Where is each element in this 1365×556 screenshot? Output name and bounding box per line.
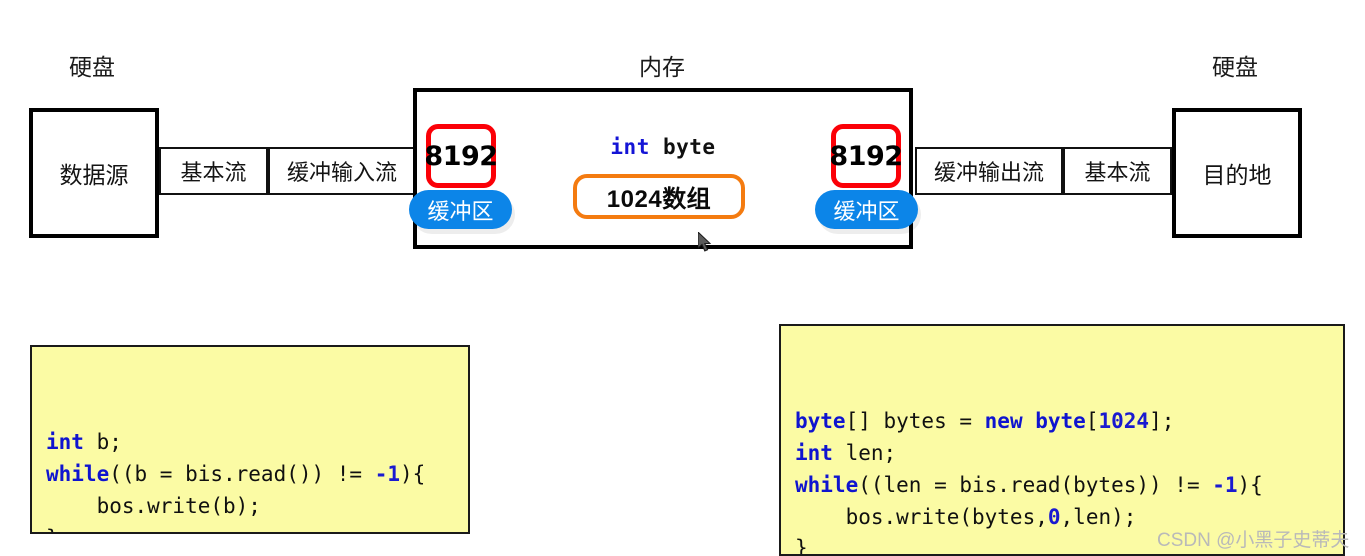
array-caption-type: byte (663, 135, 716, 159)
code-line: } (46, 523, 454, 532)
destination-label: 目的地 (1202, 162, 1272, 188)
left-basic-stream-box: 基本流 (159, 147, 268, 195)
csdn-watermark: CSDN @小黑子史蒂夫 (1157, 530, 1350, 551)
code-token: while (46, 461, 110, 486)
right-basic-stream-box: 基本流 (1063, 147, 1172, 195)
buffered-output-stream-label: 缓冲输出流 (933, 160, 1044, 185)
output-buffer-size-label: 8192 (829, 140, 903, 172)
buffered-input-stream-label: 缓冲输入流 (286, 160, 397, 185)
code-line: bos.write(b); (46, 491, 454, 523)
data-source-box: 数据源 (29, 108, 159, 238)
code-token: ((len = bis.read(bytes)) != (858, 472, 1213, 497)
buffered-input-stream-box: 缓冲输入流 (268, 147, 416, 195)
code-token: while (795, 472, 859, 497)
left-disk-title: 硬盘 (69, 54, 115, 80)
code-line: while((b = bis.read()) != -1){ (46, 459, 454, 491)
code-token: [] bytes = (845, 408, 985, 433)
code-token: int (46, 429, 84, 454)
code-token: ){ (1237, 472, 1263, 497)
output-buffer-pill-label: 缓冲区 (833, 198, 900, 224)
buffered-output-stream-box: 缓冲输出流 (915, 147, 1063, 195)
input-buffer-pill: 缓冲区 (409, 190, 512, 229)
code-token: -1 (1212, 472, 1238, 497)
array-type-caption: int byte (573, 135, 753, 159)
code-token: int (795, 440, 833, 465)
code-token: 0 (1047, 504, 1061, 529)
code-block-byte-array: byte[] bytes = new byte[1024]; int len; wh… (779, 324, 1345, 556)
input-buffer-size-label: 8192 (424, 140, 498, 172)
code-line: int len; (795, 438, 1329, 470)
code-token: 1024 (1098, 408, 1150, 433)
right-disk-title: 硬盘 (1212, 54, 1258, 80)
code-token: ,len); (1060, 504, 1137, 529)
byte-array-label: 1024数组 (606, 186, 712, 213)
code-token: ((b = bis.read()) != (109, 461, 375, 486)
code-token: len; (832, 440, 897, 465)
code-token: byte (795, 408, 846, 433)
destination-box: 目的地 (1172, 108, 1302, 238)
left-basic-stream-label: 基本流 (180, 160, 247, 185)
code-token: bos.write(bytes, (795, 504, 1048, 529)
input-buffer-pill-label: 缓冲区 (427, 198, 494, 224)
right-basic-stream-label: 基本流 (1084, 160, 1151, 185)
byte-array-box: 1024数组 (573, 174, 745, 219)
code-token: } (46, 526, 59, 532)
code-line: byte[] bytes = new byte[1024]; (795, 406, 1329, 438)
input-buffer-size-box: 8192 (424, 124, 498, 188)
code-block-single-byte: int b; while((b = bis.read()) != -1){ bos… (30, 345, 470, 534)
code-token: bos.write(b); (46, 493, 261, 518)
code-token: b; (83, 429, 122, 454)
code-token: [ (1085, 408, 1099, 433)
array-caption-keyword: int (610, 135, 650, 159)
code-line: while((len = bis.read(bytes)) != -1){ (795, 470, 1329, 502)
output-buffer-size-box: 8192 (829, 124, 903, 188)
code-token: -1 (374, 461, 401, 486)
data-source-label: 数据源 (59, 162, 129, 188)
code-token: byte (1035, 408, 1086, 433)
code-token: } (795, 536, 808, 556)
code-token: ]; (1149, 408, 1175, 433)
code-token: ){ (400, 461, 426, 486)
code-lines-left: int b; while((b = bis.read()) != -1){ bos… (46, 427, 454, 532)
code-token: new (984, 408, 1023, 433)
code-line: int b; (46, 427, 454, 459)
memory-title: 内存 (639, 54, 685, 80)
output-buffer-pill: 缓冲区 (815, 190, 918, 229)
